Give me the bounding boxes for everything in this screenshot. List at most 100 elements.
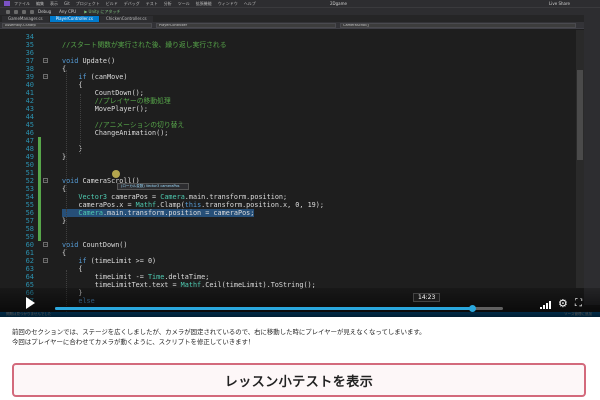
ide-menu-item: Git xyxy=(64,0,70,6)
line-number: 42 xyxy=(25,97,34,105)
code-line: //プレイヤーの移動処理 xyxy=(62,97,171,105)
change-marker xyxy=(38,161,41,169)
fullscreen-icon[interactable]: ⛶ xyxy=(575,298,582,309)
line-number: 55 xyxy=(25,201,34,209)
code-line: ChangeAnimation(); xyxy=(62,129,169,137)
fold-toggle-icon[interactable]: − xyxy=(43,242,48,247)
fold-toggle-icon[interactable]: − xyxy=(43,258,48,263)
line-number: 40 xyxy=(25,81,34,89)
line-number: 44 xyxy=(25,113,34,121)
forward-icon xyxy=(14,9,18,14)
side-panel-strip xyxy=(584,15,600,305)
visual-studio-logo-icon xyxy=(4,1,10,6)
ide-toolbar: Debug Any CPU ▶ Unity にアタッチ xyxy=(0,7,600,15)
lesson-description: 前回のセクションでは、ステージを広くしましたが、カメラが固定されているので、右に… xyxy=(12,327,592,347)
video-controls: 14:23 ⚙ ⛶ xyxy=(0,288,600,317)
line-number: 58 xyxy=(25,225,34,233)
description-line-2: 今回はプレイヤーに合わせてカメラが動くように、スクリプトを修正していきます！ xyxy=(12,338,255,346)
fold-toggle-icon[interactable]: − xyxy=(43,74,48,79)
code-line: timeLimit -= Time.deltaTime; xyxy=(62,273,210,281)
change-marker xyxy=(38,193,41,201)
line-number: 59 xyxy=(25,233,34,241)
ide-menu-item: 表示 xyxy=(50,0,58,6)
line-number: 39 xyxy=(25,73,34,81)
ide-menu-item: テスト xyxy=(145,0,158,6)
show-lesson-quiz-button[interactable]: レッスン小テストを表示 xyxy=(12,363,586,397)
line-number: 54 xyxy=(25,193,34,201)
class-dropdown: PlayerController xyxy=(156,23,336,28)
code-line: MovePlayer(); xyxy=(62,105,148,113)
code-line: Camera.main.transform.position = cameraP… xyxy=(62,209,255,217)
line-number: 62 xyxy=(25,257,34,265)
line-number: 36 xyxy=(25,49,34,57)
attach-unity-button: ▶ Unity にアタッチ xyxy=(84,8,121,14)
ide-menu-item: ウィンドウ xyxy=(217,0,238,6)
platform-select: Any CPU xyxy=(59,9,77,14)
line-number: 38 xyxy=(25,65,34,73)
ide-menu-item: ビルド xyxy=(105,0,118,6)
line-number: 51 xyxy=(25,169,34,177)
show-lesson-quiz-label: レッスン小テストを表示 xyxy=(224,374,374,390)
ide-title-bar: ファイル 編集 表示 Git プロジェクト ビルド デバッグ テスト 分析 ツール 拡張機能 ウィンド… xyxy=(0,0,600,7)
progress-handle[interactable] xyxy=(468,305,476,312)
line-number-gutter: 34 35 36 37 38 39 40 41 42 43 44 45 46 47 48 49 50 51 52 53… xyxy=(0,30,42,305)
line-number: 61 xyxy=(25,249,34,257)
volume-bars-icon[interactable] xyxy=(540,301,554,309)
line-number: 37 xyxy=(25,57,34,65)
indent-guide xyxy=(80,94,81,154)
progress-bar[interactable] xyxy=(55,305,503,312)
line-number: 48 xyxy=(25,145,34,153)
play-icon[interactable] xyxy=(26,297,35,309)
code-navigation-bar: Assembly-CSharp PlayerController CameraS… xyxy=(0,22,600,29)
change-marker xyxy=(38,169,41,177)
ide-window-title: 2Dgame xyxy=(330,1,347,6)
line-number: 34 xyxy=(25,33,34,41)
code-line: if (timeLimit >= 0) xyxy=(78,257,157,265)
code-line: void Update() xyxy=(62,57,116,65)
line-number: 57 xyxy=(25,217,34,225)
ide-menu-item: 拡張機能 xyxy=(195,0,212,6)
member-dropdown: CameraScroll() xyxy=(340,23,576,28)
back-icon xyxy=(6,9,10,14)
code-line: Vector3 cameraPos = Camera.main.transfor… xyxy=(78,193,288,201)
indent-guide xyxy=(66,210,67,250)
line-number: 45 xyxy=(25,121,34,129)
code-line: cameraPos.x = Mathf.Clamp(this.transform… xyxy=(62,201,324,209)
ide-menu-item: デバッグ xyxy=(123,0,140,6)
change-marker xyxy=(38,137,41,145)
ide-menu-item: プロジェクト xyxy=(75,0,100,6)
fold-toggle-icon[interactable]: − xyxy=(43,178,48,183)
line-number: 53 xyxy=(25,185,34,193)
change-marker xyxy=(38,145,41,153)
line-number: 47 xyxy=(25,137,34,145)
ide-menu-item: 編集 xyxy=(36,0,44,6)
indent-guide xyxy=(66,70,67,220)
line-number: 60 xyxy=(25,241,34,249)
gear-icon[interactable]: ⚙ xyxy=(558,298,568,309)
line-number: 43 xyxy=(25,105,34,113)
progress-fill xyxy=(55,307,472,310)
line-number: 56 xyxy=(25,209,34,217)
line-number: 64 xyxy=(25,273,34,281)
editor-tab-bar: GameManager.cs PlayerController.cs Chick… xyxy=(0,15,600,22)
line-number: 52 xyxy=(25,177,34,185)
description-line-1: 前回のセクションでは、ステージを広くしましたが、カメラが固定されているので、右に… xyxy=(12,328,426,336)
editor-scrollbar xyxy=(576,30,584,288)
video-player[interactable]: ファイル 編集 表示 Git プロジェクト ビルド デバッグ テスト 分析 ツール 拡張機能 ウィンド… xyxy=(0,0,600,317)
line-number: 49 xyxy=(25,153,34,161)
ide-menu-item: ファイル xyxy=(14,0,30,6)
seek-time-tooltip: 14:23 xyxy=(413,293,441,302)
change-marker xyxy=(38,209,41,217)
ide-menu-bar: ファイル 編集 表示 Git プロジェクト ビルド デバッグ テスト 分析 ツール 拡張機能 ウィンド… xyxy=(14,1,262,7)
code-editor: 34 35 36 37 38 39 40 41 42 43 44 45 46 47 48 49 50 51 52 53… xyxy=(0,30,600,317)
change-marker xyxy=(38,225,41,233)
build-config-select: Debug xyxy=(38,9,52,14)
ide-menu-item: 分析 xyxy=(163,0,172,6)
fold-toggle-icon[interactable]: − xyxy=(43,58,48,63)
line-number: 63 xyxy=(25,265,34,273)
change-marker xyxy=(38,233,41,241)
live-share-label: Live Share xyxy=(549,1,570,6)
code-line: if (canMove) xyxy=(78,73,128,81)
quick-info-tooltip: (ローカル変数) Vector3 cameraPos xyxy=(117,183,189,190)
undo-icon xyxy=(30,9,34,14)
